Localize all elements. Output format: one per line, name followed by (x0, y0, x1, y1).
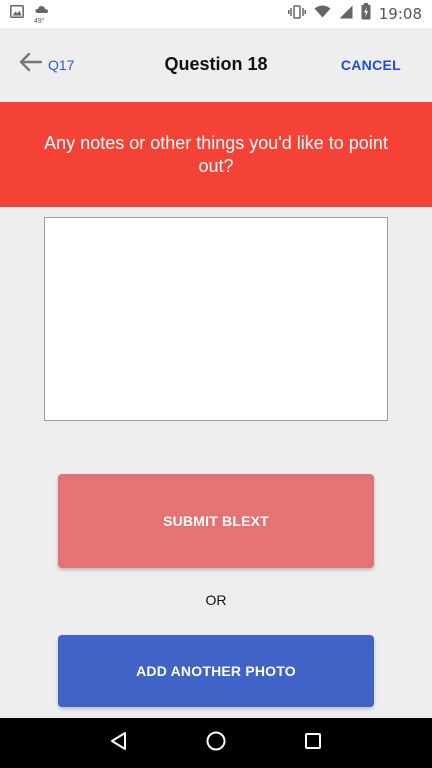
navigation-bar (0, 718, 432, 768)
back-triangle-icon (109, 731, 129, 756)
question-text: Any notes or other things you'd like to … (44, 132, 388, 176)
app-header: Q17 Question 18 CANCEL (0, 28, 432, 102)
status-bar: 49° 19:08 (0, 0, 432, 28)
submit-button[interactable]: SUBMIT BLEXT (58, 474, 374, 568)
add-photo-button[interactable]: ADD ANOTHER PHOTO (58, 635, 374, 707)
signal-icon (339, 5, 353, 24)
nav-back-button[interactable] (99, 723, 139, 763)
status-time: 19:08 (378, 5, 422, 23)
question-banner: Any notes or other things you'd like to … (0, 102, 432, 207)
image-icon (10, 5, 24, 23)
or-separator: OR (205, 592, 227, 608)
weather-icon: 49° (34, 5, 50, 25)
battery-icon (361, 3, 371, 25)
nav-home-button[interactable] (196, 723, 236, 763)
cancel-button[interactable]: CANCEL (341, 57, 401, 73)
weather-temp: 49° (34, 18, 45, 25)
vibrate-icon (287, 4, 306, 24)
notes-input[interactable] (44, 217, 388, 421)
nav-recents-button[interactable] (293, 723, 333, 763)
wifi-icon (314, 5, 331, 23)
home-circle-icon (205, 730, 227, 757)
status-bar-left: 49° (10, 5, 50, 25)
recents-square-icon (304, 732, 322, 755)
status-bar-right: 19:08 (287, 3, 422, 25)
